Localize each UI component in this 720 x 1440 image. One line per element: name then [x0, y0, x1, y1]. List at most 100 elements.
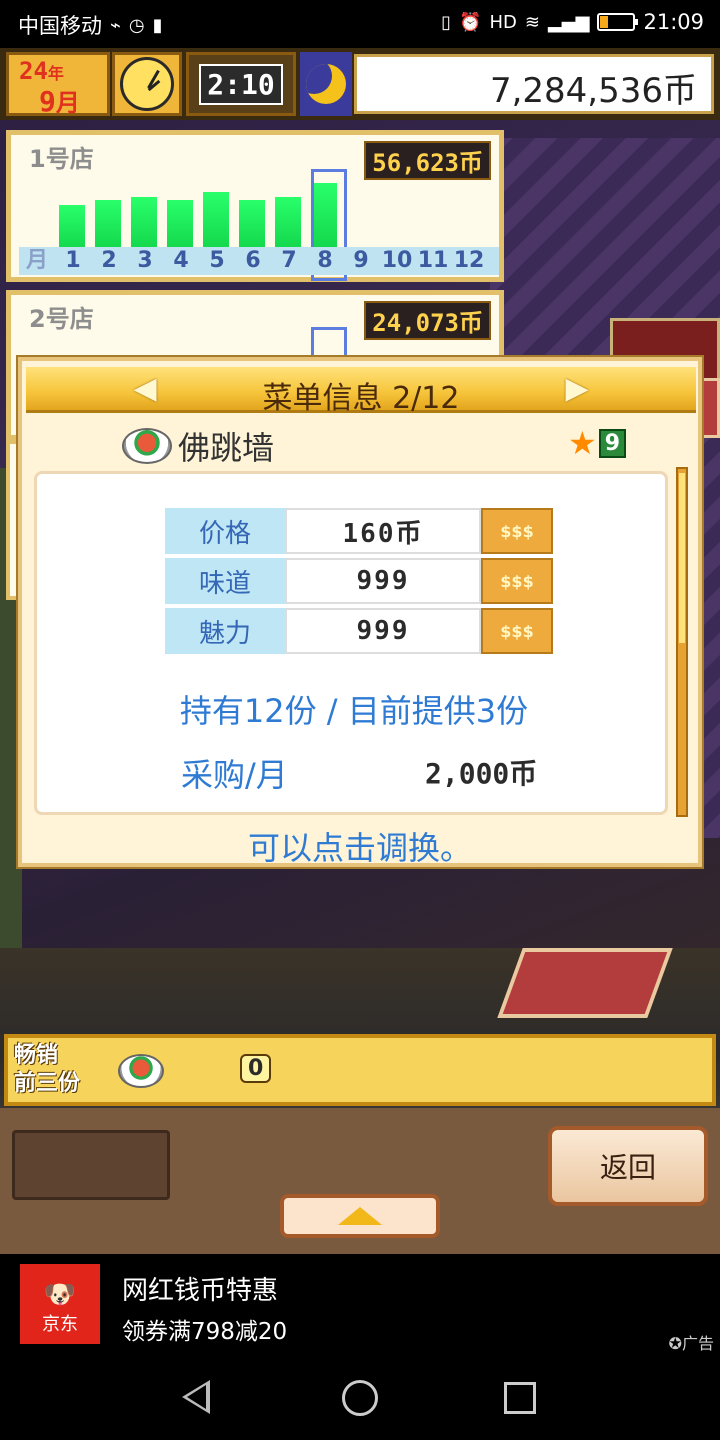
- bestseller-label-line2: 前三份: [14, 1071, 81, 1096]
- revenue-bar[interactable]: [203, 192, 229, 253]
- top-hud: 24年 9月 2:10 7,284,536币: [0, 48, 720, 120]
- revenue-bar[interactable]: [167, 200, 193, 253]
- month-label[interactable]: 7: [271, 247, 307, 275]
- month-label[interactable]: 月: [19, 247, 55, 275]
- revenue-bar[interactable]: [239, 200, 265, 253]
- revenue-bar[interactable]: [95, 200, 121, 253]
- revenue-bar[interactable]: [59, 205, 85, 253]
- upgrade-taste-button[interactable]: $$$: [481, 558, 553, 604]
- toolbar-slot[interactable]: [12, 1130, 170, 1200]
- stock-info: 持有12份 / 目前提供3份: [179, 692, 529, 730]
- stat-value: 999: [285, 558, 481, 604]
- ad-subtitle[interactable]: 领券满798减20: [122, 1312, 287, 1346]
- month-label[interactable]: 1: [55, 247, 91, 275]
- month-axis: 月 1 2 3 4 5 6 7 8 9 10 11 12: [19, 247, 499, 275]
- stat-row-taste: 味道 999 $$$: [165, 558, 553, 604]
- dialog-title: 菜单信息 2/12: [262, 381, 460, 416]
- next-arrow-icon[interactable]: ▶: [562, 371, 592, 407]
- dish-row: 佛跳墙: [122, 423, 274, 469]
- month-label[interactable]: 6: [235, 247, 271, 275]
- nav-back-inner: [187, 1385, 206, 1409]
- shop-revenue: 24,073币: [364, 301, 491, 340]
- back-button[interactable]: 返回: [548, 1126, 708, 1206]
- upgrade-price-button[interactable]: $$$: [481, 508, 553, 554]
- bestseller-bar[interactable]: 畅销 前三份 0: [4, 1034, 716, 1106]
- star-icon: ★: [568, 424, 597, 462]
- month-label[interactable]: 4: [163, 247, 199, 275]
- ad-brand: 京东: [42, 1314, 78, 1335]
- bestseller-dish-icon: [118, 1054, 164, 1088]
- revenue-bar[interactable]: [275, 197, 301, 253]
- activity-icon: ⌁: [110, 14, 121, 36]
- stat-value: 999: [285, 608, 481, 654]
- shop-title: 2号店: [29, 305, 94, 333]
- table-furniture-2: [497, 948, 673, 1018]
- nav-home-icon[interactable]: [342, 1380, 378, 1416]
- status-bar: 中国移动 ⌁ ◷ ▮ ▯ ⏰ HD ≋ ▂▄▆ 21:09: [0, 0, 720, 48]
- month-value: 9月: [39, 85, 80, 118]
- bottom-toolbar: 返回: [0, 1108, 720, 1254]
- dish-rating: ★ 9: [568, 427, 626, 459]
- swap-hint[interactable]: 可以点击调换。: [22, 823, 698, 869]
- dish-name: 佛跳墙: [178, 429, 275, 467]
- clock-icon[interactable]: [112, 52, 182, 116]
- dialog-header: ◀ 菜单信息 2/12 ▶: [26, 367, 696, 416]
- hd-icon: HD: [489, 11, 517, 33]
- revenue-chart: [23, 165, 495, 253]
- money-display: 7,284,536币: [354, 54, 714, 114]
- system-nav-bar: [0, 1354, 720, 1440]
- signal-icon: ▂▄▆: [547, 11, 590, 33]
- revenue-bar[interactable]: [131, 197, 157, 253]
- month-label[interactable]: 8: [307, 247, 343, 275]
- moon-icon: [300, 52, 352, 116]
- stat-row-charm: 魅力 999 $$$: [165, 608, 553, 654]
- game-time: 2:10: [186, 52, 296, 116]
- dish-icon: [122, 428, 172, 464]
- month-label[interactable]: 9: [343, 247, 379, 275]
- menu-info-dialog: ◀ 菜单信息 2/12 ▶ 佛跳墙 ★ 9 价格 160币 $$$ 味道 999…: [18, 357, 702, 867]
- stat-label: 魅力: [165, 608, 285, 654]
- status-left: 中国移动 ⌁ ◷ ▮: [18, 10, 162, 40]
- carrier-label: 中国移动: [18, 14, 102, 38]
- month-label[interactable]: 5: [199, 247, 235, 275]
- month-label[interactable]: 11: [415, 247, 451, 275]
- bestseller-label: 畅销 前三份: [14, 1042, 94, 1098]
- nav-recents-icon[interactable]: [504, 1382, 536, 1414]
- ad-banner[interactable]: 🐶 京东 网红钱币特惠 领券满798减20 ✪广告: [0, 1254, 720, 1354]
- scrollbar[interactable]: [676, 467, 688, 817]
- date-display: 24年 9月: [6, 52, 110, 118]
- battery-level: [600, 16, 608, 28]
- purchase-label: 采购/月: [181, 756, 288, 794]
- rating-value: 9: [598, 428, 626, 458]
- upgrade-charm-button[interactable]: $$$: [481, 608, 553, 654]
- clock-time: 21:09: [643, 10, 704, 34]
- chevron-up-icon: [338, 1207, 382, 1225]
- purchase-value: 2,000币: [425, 757, 538, 790]
- status-right: ▯ ⏰ HD ≋ ▂▄▆ 21:09: [441, 10, 704, 34]
- expand-button[interactable]: [280, 1194, 440, 1238]
- year-value: 24年: [19, 57, 64, 85]
- bestseller-label-line1: 畅销: [14, 1043, 59, 1068]
- ad-title[interactable]: 网红钱币特惠: [122, 1270, 278, 1307]
- timer-icon: ◷: [128, 14, 145, 36]
- dog-icon: 🐶: [43, 1280, 77, 1310]
- ad-tag-label: 广告: [681, 1334, 714, 1353]
- bestseller-count: 0: [240, 1054, 272, 1083]
- stat-label: 价格: [165, 508, 285, 554]
- stats-table: 价格 160币 $$$ 味道 999 $$$ 魅力 999 $$$: [165, 504, 553, 658]
- month-label[interactable]: 10: [379, 247, 415, 275]
- month-label[interactable]: 12: [451, 247, 487, 275]
- scrollbar-thumb[interactable]: [679, 473, 685, 643]
- shop-panel-1[interactable]: 1号店 56,623币 月 1 2 3 4 5 6 7 8 9 10 11 12: [6, 130, 504, 282]
- vibrate-icon: ▯: [441, 11, 452, 33]
- month-label[interactable]: 2: [91, 247, 127, 275]
- wifi-icon: ≋: [524, 11, 540, 33]
- jd-logo[interactable]: 🐶 京东: [20, 1264, 100, 1344]
- stat-row-price: 价格 160币 $$$: [165, 508, 553, 554]
- battery-icon: [597, 13, 639, 31]
- alarm-icon: ⏰: [459, 11, 482, 33]
- ad-tag[interactable]: ✪广告: [669, 1330, 714, 1354]
- stat-label: 味道: [165, 558, 285, 604]
- month-label[interactable]: 3: [127, 247, 163, 275]
- stat-value: 160币: [285, 508, 481, 554]
